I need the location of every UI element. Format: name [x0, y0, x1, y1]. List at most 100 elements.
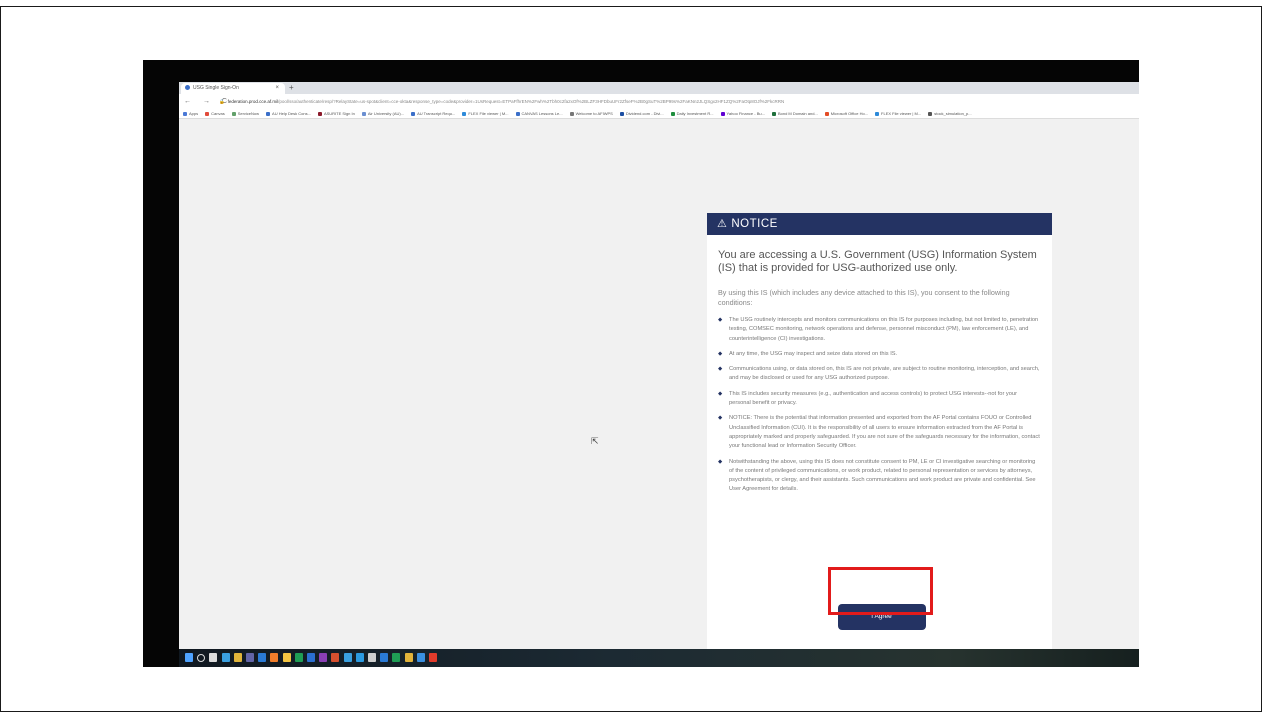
- bookmark-favicon-icon: [205, 111, 210, 116]
- bookmark-item[interactable]: Dividend.com - Divi...: [619, 111, 664, 116]
- bookmark-label: Microsoft Office Ho...: [830, 111, 869, 116]
- bookmark-item[interactable]: Apps: [183, 111, 198, 116]
- teams-icon[interactable]: [246, 653, 254, 662]
- bookmark-favicon-icon: [266, 111, 271, 116]
- page-content: ⇱ ⚠ NOTICE You are accessing a U.S. Gover…: [179, 120, 1139, 649]
- address-bar[interactable]: 🔒 federation.prod.cce.af.mil/pool/sso/aut…: [219, 97, 1135, 106]
- bookmark-label: Canvas: [211, 111, 225, 116]
- diamond-bullet-icon: ◆: [718, 458, 723, 465]
- condition-item: ◆ Notwithstanding the above, using this I…: [718, 458, 1040, 495]
- bookmark-favicon-icon: [317, 111, 322, 116]
- bookmark-favicon-icon: [720, 111, 725, 116]
- outlook-icon[interactable]: [258, 653, 267, 662]
- bookmark-label: Dividend.com - Divi...: [625, 111, 664, 116]
- condition-text: Communications using, or data stored on,…: [729, 366, 1040, 382]
- bookmark-label: CANVAS Lessons Le...: [521, 111, 563, 116]
- bookmark-label: Yahoo Finance - Bu...: [726, 111, 765, 116]
- vpn-icon[interactable]: [416, 653, 425, 662]
- favicon-icon: [185, 84, 190, 90]
- photos-icon[interactable]: [355, 653, 364, 662]
- chrome-icon[interactable]: [233, 653, 242, 662]
- bookmark-item[interactable]: FLEX File viewer | M...: [462, 111, 509, 116]
- windows-taskbar: [179, 649, 1139, 667]
- warning-icon: ⚠: [717, 218, 728, 230]
- bookmark-favicon-icon: [824, 111, 829, 116]
- notice-body: You are accessing a U.S. Government (USG…: [707, 235, 1052, 495]
- bookmark-favicon-icon: [231, 111, 236, 116]
- notice-header: ⚠ NOTICE: [707, 213, 1052, 235]
- store-icon[interactable]: [343, 653, 352, 662]
- bookmark-label: Air University (AU)...: [367, 111, 405, 116]
- bookmarks-bar: Apps Canvas ServiceNow AU Help Desk Cons...…: [179, 109, 1139, 119]
- chrome-alt-icon[interactable]: [404, 653, 413, 662]
- bookmark-item[interactable]: AU Transcript Requ...: [411, 111, 455, 116]
- condition-item: ◆ NOTICE: There is the potential that inf…: [718, 414, 1040, 451]
- lock-icon: 🔒: [219, 99, 225, 104]
- bookmark-label: AU Help Desk Cons...: [272, 111, 311, 116]
- bookmark-label: FLEX File viewer | M...: [468, 111, 509, 116]
- diamond-bullet-icon: ◆: [718, 366, 723, 373]
- tab-close-icon[interactable]: ×: [275, 83, 279, 94]
- acrobat-icon[interactable]: [429, 653, 437, 662]
- bookmark-label: Welcome to AFIWPS: [575, 111, 613, 116]
- powerpoint-icon[interactable]: [331, 653, 340, 662]
- condition-text: At any time, the USG may inspect and sei…: [729, 350, 898, 357]
- bookmark-item[interactable]: ServiceNow: [231, 111, 260, 116]
- excel-icon[interactable]: [294, 653, 303, 662]
- search-icon[interactable]: [197, 654, 206, 662]
- url-path: /pool/sso/authenticate/resp/?RelayState=…: [278, 99, 785, 104]
- bookmark-item[interactable]: AU Help Desk Cons...: [266, 111, 311, 116]
- bookmark-item[interactable]: CANVAS Lessons Le...: [515, 111, 563, 116]
- bookmark-item[interactable]: Welcome to AFIWPS: [569, 111, 613, 116]
- bookmark-label: AU Transcript Requ...: [417, 111, 456, 116]
- bookmark-favicon-icon: [928, 111, 933, 116]
- bookmark-item[interactable]: Yahoo Finance - Bu...: [720, 111, 765, 116]
- diamond-bullet-icon: ◆: [718, 390, 723, 397]
- bookmark-favicon-icon: [462, 111, 467, 116]
- bookmark-item[interactable]: Bond M Domain and...: [771, 111, 818, 116]
- notice-intro: By using this IS (which includes any dev…: [718, 288, 1010, 307]
- condition-text: This IS includes security measures (e.g.…: [729, 390, 1017, 407]
- file-explorer-icon[interactable]: [282, 653, 291, 662]
- bookmark-favicon-icon: [771, 111, 776, 116]
- onenote-icon[interactable]: [319, 653, 328, 662]
- bookmark-item[interactable]: Canvas: [205, 111, 225, 116]
- conditions-list: ◆ The USG routinely intercepts and monito…: [718, 316, 1040, 495]
- diamond-bullet-icon: ◆: [718, 415, 723, 422]
- bookmark-favicon-icon: [361, 111, 366, 116]
- agree-button[interactable]: I Agree: [837, 604, 926, 630]
- start-icon[interactable]: [185, 653, 193, 662]
- mail-icon[interactable]: [380, 653, 389, 662]
- diamond-bullet-icon: ◆: [718, 350, 723, 357]
- firefox-icon[interactable]: [270, 653, 279, 662]
- bookmark-item[interactable]: FLEX File viewer | M...: [875, 111, 921, 116]
- condition-text: Notwithstanding the above, using this IS…: [729, 458, 1036, 493]
- condition-item: ◆ Communications using, or data stored on…: [718, 365, 1040, 384]
- word-icon[interactable]: [307, 653, 315, 662]
- task-view-icon[interactable]: [209, 653, 218, 662]
- bookmark-favicon-icon: [670, 111, 675, 116]
- bookmark-label: stock_simulation_p...: [934, 111, 972, 116]
- settings-icon[interactable]: [368, 653, 376, 662]
- tab-bar: USG Single Sign-On × +: [179, 82, 1139, 94]
- bookmark-item[interactable]: Daily Investment R...: [670, 111, 714, 116]
- url-domain: federation.prod.cce.af.mil: [227, 99, 279, 104]
- diamond-bullet-icon: ◆: [718, 317, 723, 323]
- maps-icon[interactable]: [392, 653, 401, 662]
- notice-header-label: NOTICE: [731, 218, 778, 230]
- bookmark-label: ServiceNow: [237, 111, 260, 116]
- bookmark-favicon-icon: [875, 111, 880, 116]
- bookmark-item[interactable]: Air University (AU)...: [361, 111, 405, 116]
- bookmark-favicon-icon: [569, 111, 574, 116]
- bookmark-item[interactable]: stock_simulation_p...: [928, 111, 972, 116]
- bookmark-item[interactable]: ASURITE Sign In: [317, 111, 355, 116]
- browser-toolbar: ← → C 🔒 federation.prod.cce.af.mil/pool/s…: [179, 94, 1139, 109]
- browser-tab[interactable]: USG Single Sign-On ×: [181, 83, 285, 94]
- edge-icon[interactable]: [221, 653, 230, 662]
- new-tab-button[interactable]: +: [289, 82, 294, 94]
- bookmark-favicon-icon: [515, 111, 520, 116]
- notice-dialog: ⚠ NOTICE You are accessing a U.S. Governm…: [707, 213, 1052, 649]
- mouse-cursor-icon: ⇱: [591, 436, 599, 446]
- bookmark-item[interactable]: Microsoft Office Ho...: [824, 111, 869, 116]
- notice-title: You are accessing a U.S. Government (USG…: [718, 249, 1037, 274]
